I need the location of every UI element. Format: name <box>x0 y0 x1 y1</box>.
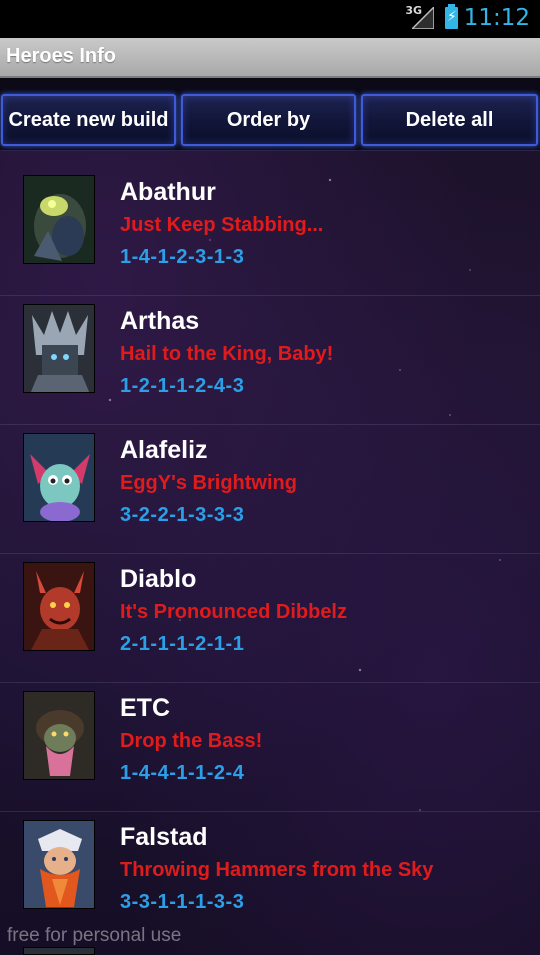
action-toolbar: Create new build Order by Delete all <box>0 78 540 151</box>
build-name: Throwing Hammers from the Sky <box>120 859 434 881</box>
arthas-portrait-icon <box>23 304 95 393</box>
build-name: Hail to the King, Baby! <box>120 343 334 365</box>
watermark-text: free for personal use <box>7 925 182 946</box>
list-item[interactable]: ETC Drop the Bass! 1-4-4-1-1-2-4 <box>0 683 540 812</box>
signal-icon <box>412 7 434 29</box>
falstad-portrait-icon <box>23 820 95 909</box>
hero-name: Diablo <box>120 565 197 593</box>
create-new-build-button[interactable]: Create new build <box>1 94 176 146</box>
list-item[interactable]: Alafeliz EggY's Brightwing 3-2-2-1-3-3-3 <box>0 425 540 554</box>
hero-name: Abathur <box>120 178 216 206</box>
list-item[interactable]: Abathur Just Keep Stabbing... 1-4-1-2-3-… <box>0 167 540 296</box>
hero-name: Alafeliz <box>120 436 208 464</box>
talent-order: 3-3-1-1-1-3-3 <box>120 891 245 913</box>
build-name: EggY's Brightwing <box>120 472 297 494</box>
battery-icon: ⚡ <box>445 4 458 29</box>
order-by-button[interactable]: Order by <box>181 94 356 146</box>
talent-order: 1-2-1-1-2-4-3 <box>120 375 245 397</box>
build-name: Drop the Bass! <box>120 730 263 752</box>
hero-name: Arthas <box>120 307 200 335</box>
list-item[interactable]: Falstad Throwing Hammers from the Sky 3-… <box>0 812 540 940</box>
hero-name: ETC <box>120 694 170 722</box>
brightwing-portrait-icon <box>23 433 95 522</box>
etc-portrait-icon <box>23 691 95 780</box>
diablo-portrait-icon <box>23 562 95 651</box>
delete-all-button[interactable]: Delete all <box>361 94 538 146</box>
abathur-portrait-icon <box>23 175 95 264</box>
app-title: Heroes Info <box>6 45 117 67</box>
next-portrait-partial <box>23 947 95 955</box>
app-title-bar: Heroes Info <box>0 38 540 78</box>
list-item[interactable]: Arthas Hail to the King, Baby! 1-2-1-1-2… <box>0 296 540 425</box>
build-name: Just Keep Stabbing... <box>120 214 324 236</box>
talent-order: 1-4-1-2-3-1-3 <box>120 246 245 268</box>
talent-order: 1-4-4-1-1-2-4 <box>120 762 245 784</box>
hero-name: Falstad <box>120 823 208 851</box>
status-bar: 3G ⚡ 11:12 <box>0 0 540 38</box>
clock: 11:12 <box>463 5 530 31</box>
list-item[interactable]: Diablo It's Pronounced Dibbelz 2-1-1-1-2… <box>0 554 540 683</box>
hero-build-list: Abathur Just Keep Stabbing... 1-4-1-2-3-… <box>0 167 540 940</box>
build-name: It's Pronounced Dibbelz <box>120 601 347 623</box>
talent-order: 3-2-2-1-3-3-3 <box>120 504 245 526</box>
talent-order: 2-1-1-1-2-1-1 <box>120 633 245 655</box>
